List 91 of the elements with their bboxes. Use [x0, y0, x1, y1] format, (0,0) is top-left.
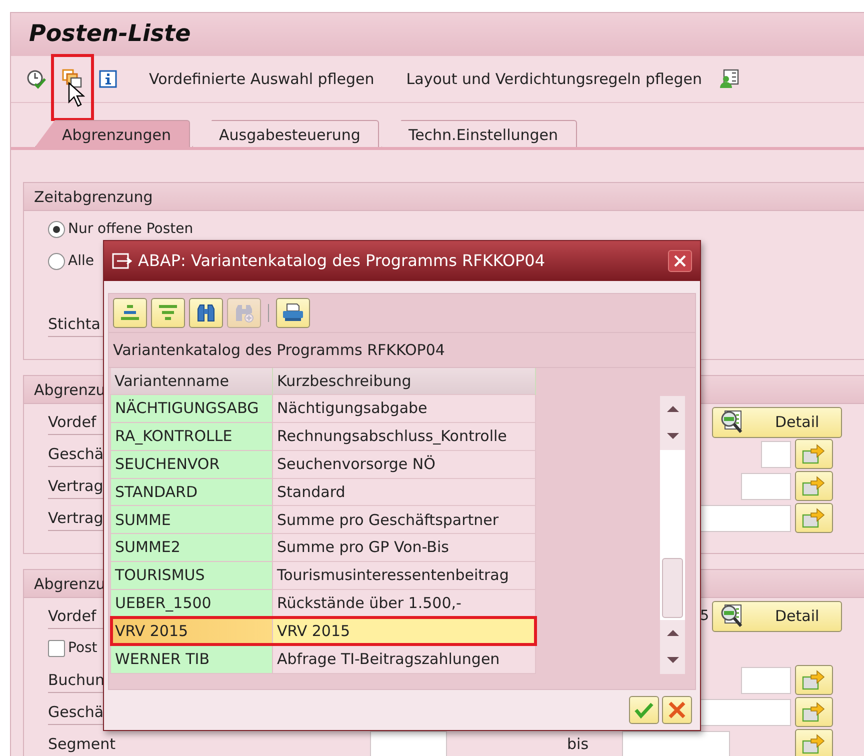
up-arrow-icon [666, 629, 678, 637]
table-cell: NÄCHTIGUNGSABG [110, 394, 272, 422]
arrow-into-box-icon [802, 507, 826, 529]
multiple-selection-button[interactable] [795, 697, 833, 727]
table-cell: STANDARD [110, 478, 272, 506]
radio-button[interactable] [48, 252, 65, 270]
close-button[interactable] [668, 250, 692, 272]
input-field[interactable] [741, 472, 791, 500]
table-cell: Abfrage TI-Beitragszahlungen [272, 645, 536, 673]
confirm-button[interactable] [629, 696, 659, 724]
cross-icon [668, 701, 686, 719]
column-header: Kurzbeschreibung [272, 368, 536, 394]
window-title: Posten-Liste [29, 20, 191, 48]
sort-ascending-button[interactable] [113, 298, 147, 328]
toolbar-text-button[interactable]: Vordefinierte Auswahl pflegen [143, 66, 380, 92]
scroll-thumb[interactable] [662, 558, 683, 618]
magnifier-document-icon [719, 604, 745, 628]
field-value: 5 [700, 606, 709, 626]
table-row[interactable]: TOURISMUS Tourismusinteressentenbeitrag [110, 562, 536, 590]
magnifier-document-icon [719, 410, 745, 434]
arrow-into-box-icon [802, 733, 826, 755]
table-cell: Standard [272, 478, 536, 506]
table-cell: Tourismusinteressentenbeitrag [272, 562, 536, 590]
down-arrow-icon [666, 656, 678, 664]
radio-button[interactable] [48, 220, 65, 238]
table-cell: UEBER_1500 [110, 589, 272, 618]
multiple-selection-button[interactable] [795, 439, 833, 469]
table-row[interactable]: SEUCHENVOR Seuchenvorsorge NÖ [110, 450, 536, 478]
table-cell: Rechnungsabschluss_Kontrolle [272, 422, 536, 450]
tab[interactable]: Techn.Einstellungen [381, 120, 578, 147]
table-cell: Seuchenvorsorge NÖ [272, 450, 536, 478]
arrow-into-box-icon [802, 443, 826, 465]
table-cell: SUMME2 [110, 534, 272, 562]
printer-icon [282, 303, 304, 323]
table-row[interactable]: UEBER_1500 Rückstände über 1.500,- [110, 589, 536, 618]
input-field[interactable] [370, 730, 447, 756]
multiple-selection-button[interactable] [795, 665, 833, 695]
tab[interactable]: Ausgabesteuerung [192, 120, 380, 147]
down-arrow-icon [666, 432, 678, 440]
multiple-selection-button[interactable] [795, 729, 833, 756]
binoculars-icon [196, 303, 216, 323]
cancel-button[interactable] [662, 696, 692, 724]
table-row[interactable]: WERNER TIB Abfrage TI-Beitragszahlungen [110, 645, 536, 673]
table-cell: Summe pro Geschäftspartner [272, 506, 536, 534]
table-cell: VRV 2015 [110, 617, 272, 646]
arrow-into-box-icon [802, 475, 826, 497]
checkbox[interactable] [48, 640, 65, 656]
table-cell: RA_KONTROLLE [110, 422, 272, 450]
radio-label: Alle [68, 252, 94, 270]
detail-button[interactable]: Detail [712, 406, 842, 438]
table-row[interactable]: SUMME Summe pro Geschäftspartner [110, 506, 536, 534]
table-cell: Summe pro GP Von-Bis [272, 534, 536, 562]
tab[interactable]: Abgrenzungen [35, 120, 190, 147]
binoculars-button[interactable] [189, 298, 223, 328]
input-field[interactable] [700, 504, 791, 532]
checkmark-icon [634, 701, 654, 719]
arrow-into-box-icon [802, 701, 826, 723]
input-field[interactable] [761, 440, 791, 468]
toolbar-text-button[interactable]: Layout und Verdichtungsregeln pflegen [400, 66, 708, 92]
table-row[interactable]: RA_KONTROLLE Rechnungsabschluss_Kontrolle [110, 422, 536, 450]
group-header: Zeitabgrenzung [24, 183, 864, 211]
close-icon [674, 255, 686, 267]
table-row[interactable]: STANDARD Standard [110, 478, 536, 506]
input-field[interactable] [700, 698, 791, 726]
arrow-into-box-icon [802, 669, 826, 691]
table-cell: WERNER TIB [110, 645, 272, 673]
printer-button[interactable] [276, 298, 310, 328]
input-field[interactable] [622, 730, 730, 756]
up-arrow-icon [666, 405, 678, 413]
detail-button[interactable]: Detail [712, 600, 842, 632]
column-header: Variantenname [110, 368, 272, 394]
table-cell: SUMME [110, 506, 272, 534]
binoculars-plus-icon [234, 303, 254, 323]
table-cell: SEUCHENVOR [110, 450, 272, 478]
table-row[interactable]: SUMME2 Summe pro GP Von-Bis [110, 534, 536, 562]
multiple-selection-button[interactable] [795, 471, 833, 501]
checkbox-label: Post [68, 638, 98, 658]
radio-label: Nur offene Posten [68, 220, 194, 238]
multiple-selection-button[interactable] [795, 503, 833, 533]
input-field[interactable] [741, 666, 791, 694]
sort-descending-icon [158, 303, 178, 323]
table-cell: Nächtigungsabgabe [272, 394, 536, 422]
table-cell: TOURISMUS [110, 562, 272, 590]
selected-row[interactable]: VRV 2015 VRV 2015 [110, 617, 536, 646]
table-row[interactable]: NÄCHTIGUNGSABG Nächtigungsabgabe [110, 394, 536, 422]
table-cell: VRV 2015 [272, 617, 536, 646]
dialog-title: ABAP: Variantenkatalog des Programms RFKKOP04 [138, 250, 546, 272]
mouse-cursor-icon [68, 82, 85, 108]
sort-ascending-icon [120, 303, 140, 323]
window-icon [112, 253, 132, 269]
table-cell: Rückstände über 1.500,- [272, 589, 536, 618]
